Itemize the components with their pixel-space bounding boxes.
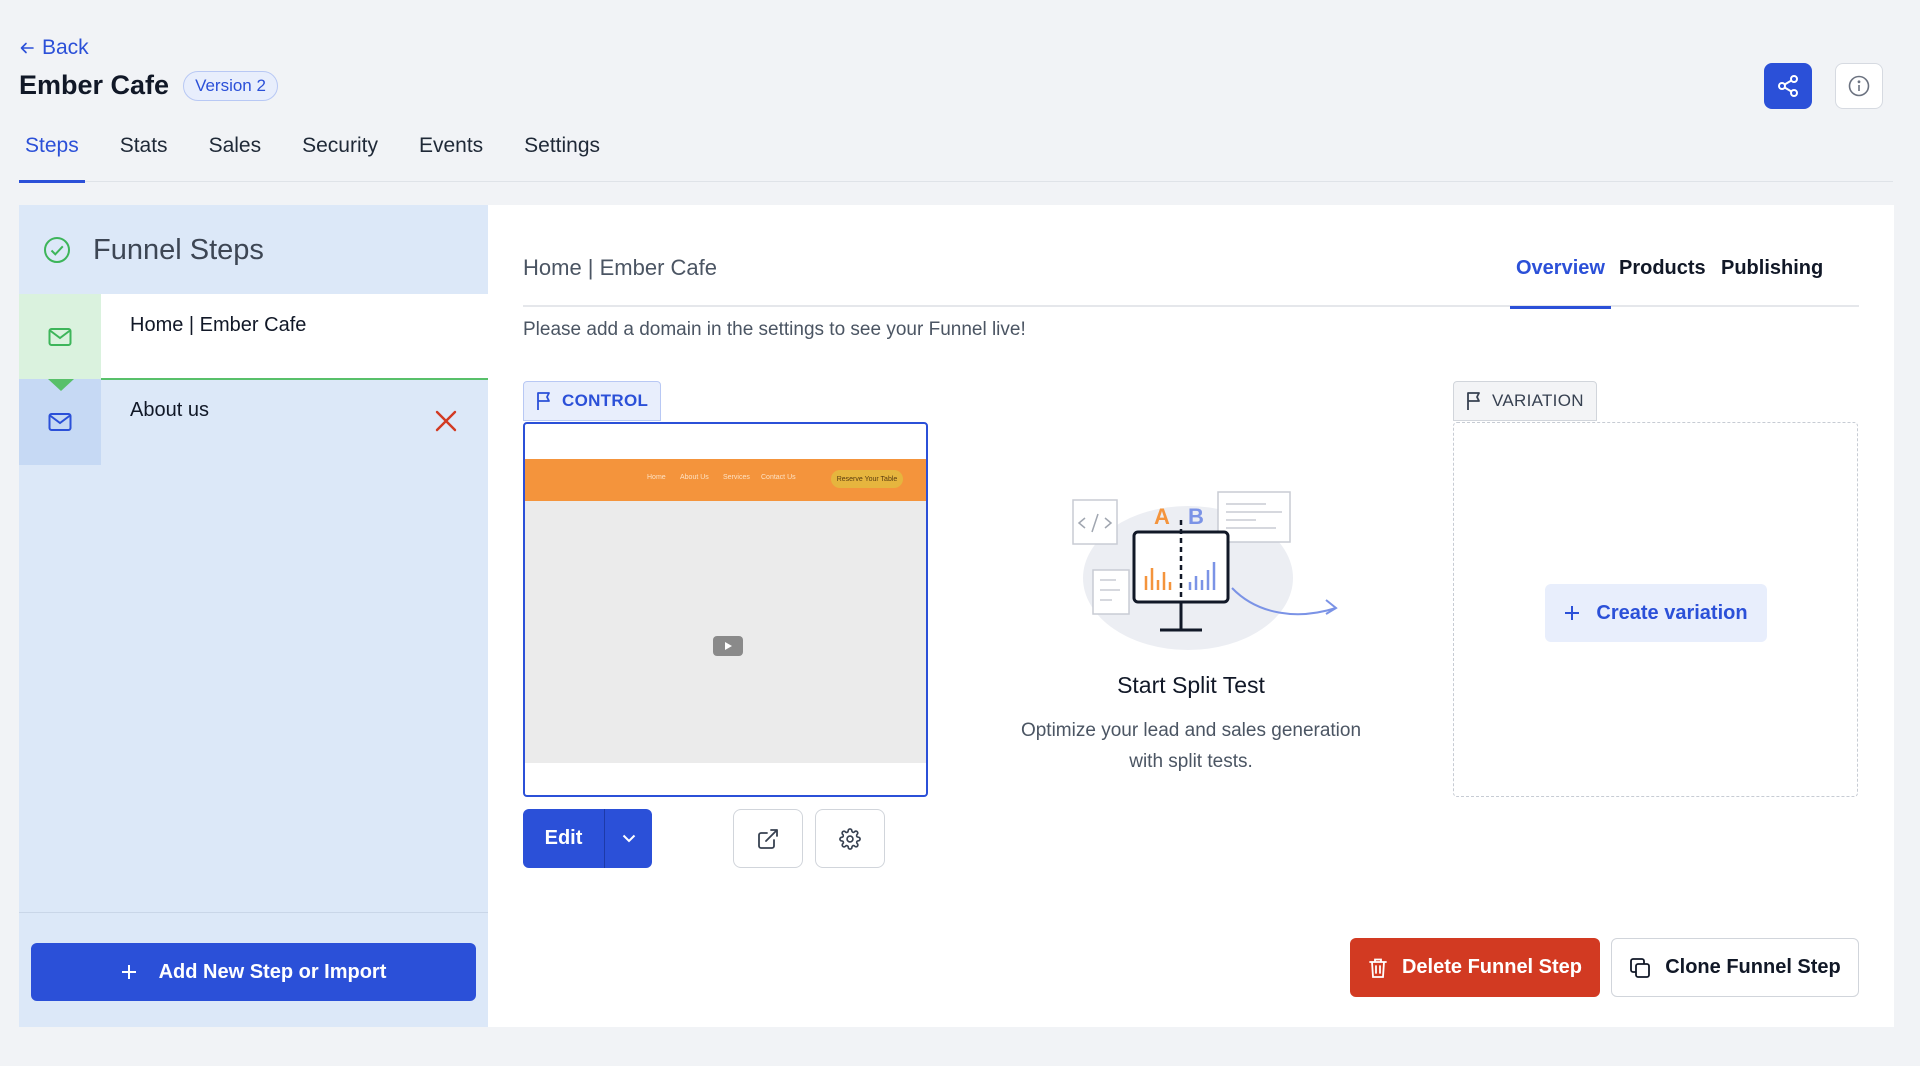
clone-step-button[interactable]: Clone Funnel Step	[1611, 938, 1859, 997]
tab-steps[interactable]: Steps	[19, 128, 85, 183]
variation-tag: VARIATION	[1453, 381, 1597, 421]
add-step-label: Add New Step or Import	[158, 960, 387, 983]
sidebar-footer: Add New Step or Import	[19, 912, 488, 1027]
back-link[interactable]: Back	[20, 36, 89, 60]
share-button[interactable]	[1764, 63, 1812, 109]
split-test-illustration: A B	[1072, 491, 1338, 650]
step-item-home[interactable]: Home | Ember Cafe	[19, 294, 488, 380]
clone-step-label: Clone Funnel Step	[1665, 956, 1841, 978]
step-icon-box	[19, 294, 101, 380]
step-label: Home | Ember Cafe	[130, 314, 307, 336]
external-link-icon	[758, 828, 778, 849]
page-title: Ember Cafe	[19, 70, 170, 100]
edit-button[interactable]: Edit	[523, 809, 605, 868]
chevron-down-icon	[622, 834, 635, 843]
share-icon	[1778, 75, 1798, 97]
mail-icon	[48, 328, 72, 346]
split-test-description-line: Optimize your lead and sales generation	[1020, 720, 1362, 741]
title-row: Ember Cafe Version 2	[19, 70, 278, 101]
tab-settings[interactable]: Settings	[518, 128, 606, 182]
preview-cta: Reserve Your Table	[831, 470, 903, 488]
create-variation-label: Create variation	[1596, 601, 1748, 624]
step-connector-arrow	[48, 379, 74, 391]
funnel-steps-header: Funnel Steps	[19, 205, 488, 295]
back-label: Back	[42, 36, 89, 59]
gear-icon	[839, 827, 861, 850]
variation-label: VARIATION	[1492, 391, 1584, 410]
step-icon-box	[19, 379, 101, 465]
main-tabs: Steps Stats Sales Security Events Settin…	[19, 128, 1893, 183]
create-variation-button[interactable]: Create variation	[1545, 584, 1767, 642]
detail-tabs: Overview Products Publishing	[523, 241, 1859, 309]
close-icon[interactable]	[432, 407, 460, 435]
tab-stats[interactable]: Stats	[114, 128, 174, 182]
step-settings-button[interactable]	[815, 809, 885, 868]
control-label: CONTROL	[562, 391, 649, 410]
open-external-button[interactable]	[733, 809, 803, 868]
add-step-button[interactable]: Add New Step or Import	[31, 943, 476, 1001]
subtab-publishing[interactable]: Publishing	[1721, 257, 1823, 307]
tab-security[interactable]: Security	[296, 128, 384, 182]
funnel-steps-panel: Funnel Steps Home | Ember Cafe About us …	[19, 205, 488, 1027]
split-test-title: Start Split Test	[1117, 672, 1265, 698]
arrow-left-icon	[20, 42, 34, 54]
play-icon	[713, 636, 743, 656]
edit-button-group: Edit	[523, 809, 652, 868]
preview-nav-link: Contact Us	[761, 474, 796, 481]
domain-notice: Please add a domain in the settings to s…	[523, 319, 1026, 340]
split-test-description: Optimize your lead and sales generation …	[996, 715, 1386, 777]
preview-nav-link: Services	[723, 474, 750, 481]
trash-icon	[1369, 958, 1387, 978]
subtab-overview[interactable]: Overview	[1510, 257, 1611, 309]
check-circle-icon	[44, 237, 70, 263]
info-icon	[1848, 75, 1870, 97]
preview-nav-link: About Us	[680, 474, 709, 481]
preview-body	[525, 501, 926, 763]
copy-icon	[1630, 957, 1651, 978]
funnel-steps-title: Funnel Steps	[93, 233, 264, 266]
preview-nav-link: Home	[647, 474, 666, 481]
label-a: A	[1154, 504, 1170, 529]
split-test-description-line: with split tests.	[1129, 751, 1253, 772]
step-detail-panel: Overview Products Publishing Home | Embe…	[488, 205, 1894, 1027]
tab-events[interactable]: Events	[413, 128, 489, 182]
control-tag: CONTROL	[523, 381, 662, 421]
plus-icon	[121, 965, 136, 979]
plus-icon	[1565, 606, 1580, 620]
mail-icon	[48, 413, 72, 431]
flag-icon	[537, 392, 550, 410]
subtab-products[interactable]: Products	[1619, 257, 1706, 307]
version-badge[interactable]: Version 2	[183, 70, 278, 101]
step-divider	[101, 378, 488, 380]
label-b: B	[1188, 504, 1204, 529]
step-page-name: Home | Ember Cafe	[523, 255, 718, 280]
step-label: About us	[130, 399, 209, 421]
step-item-about[interactable]: About us	[19, 379, 488, 465]
edit-dropdown-button[interactable]	[605, 809, 652, 868]
flag-icon	[1467, 392, 1480, 410]
delete-step-label: Delete Funnel Step	[1401, 956, 1583, 978]
page-preview[interactable]: Home About Us Services Contact Us Reserv…	[523, 422, 928, 797]
preview-navbar: Home About Us Services Contact Us Reserv…	[525, 459, 926, 501]
variation-placeholder: Create variation	[1453, 422, 1858, 797]
tab-sales[interactable]: Sales	[203, 128, 268, 182]
info-button[interactable]	[1835, 63, 1883, 109]
delete-step-button[interactable]: Delete Funnel Step	[1350, 938, 1600, 997]
